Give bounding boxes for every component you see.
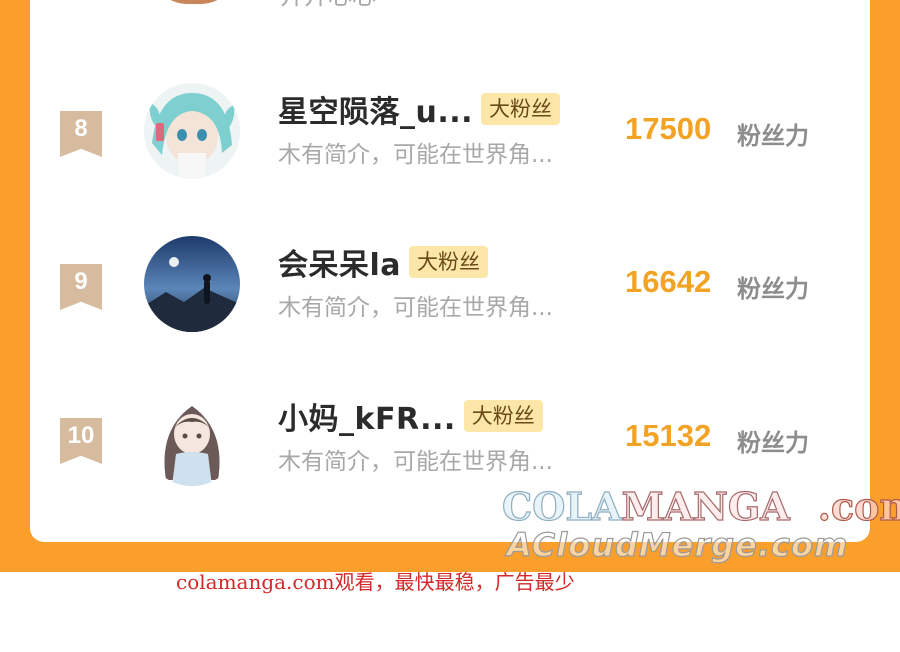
- name-line: 星空陨落_u... 大粉丝: [278, 87, 561, 131]
- previous-row-description: 开开心心: [280, 0, 376, 10]
- fan-badge: 大粉丝: [463, 400, 543, 432]
- avatar[interactable]: [144, 83, 240, 179]
- ranking-row-9[interactable]: 9 会呆呆la 大粉丝 木有简介，可能在世界角... 16642 粉丝力: [30, 236, 870, 346]
- fan-power-score: 17500: [625, 111, 712, 146]
- user-description: 木有简介，可能在世界角...: [278, 295, 553, 321]
- user-name[interactable]: 小妈_kFR...: [278, 394, 456, 438]
- rank-ribbon-icon: 8: [60, 111, 102, 157]
- fan-power-unit: 粉丝力: [737, 429, 809, 457]
- rank-number: 8: [74, 115, 88, 142]
- fan-badge: 大粉丝: [409, 246, 489, 278]
- previous-row-partial: 开开心心: [30, 0, 870, 10]
- user-description: 木有简介，可能在世界角...: [278, 142, 553, 168]
- avatar[interactable]: [144, 390, 240, 486]
- name-line: 小妈_kFR... 大粉丝: [278, 394, 543, 438]
- fan-power-score: 16642: [625, 264, 712, 299]
- user-name[interactable]: 星空陨落_u...: [278, 87, 473, 131]
- name-line: 会呆呆la 大粉丝: [278, 240, 489, 284]
- fan-power-score: 15132: [625, 418, 712, 453]
- watermark-acloudmerge: ACloudMerge.com: [506, 525, 849, 564]
- watermark-colamanga: COLAMANGA .com: [501, 483, 900, 529]
- fan-badge: 大粉丝: [481, 93, 561, 125]
- footer-note: colamanga.com观看，最快最稳，广告最少: [176, 570, 575, 594]
- rank-ribbon-icon: 10: [60, 418, 102, 464]
- user-name[interactable]: 会呆呆la: [278, 240, 401, 284]
- avatar[interactable]: [144, 236, 240, 332]
- rank-number: 10: [67, 422, 95, 449]
- fan-power-unit: 粉丝力: [737, 122, 809, 150]
- fan-ranking-card: 开开心心 8 星空陨落_u... 大粉丝 木有简介，可能在世界角... 175: [30, 0, 870, 542]
- previous-avatar: [148, 0, 240, 4]
- fan-power-unit: 粉丝力: [737, 275, 809, 303]
- rank-ribbon-icon: 9: [60, 264, 102, 310]
- user-description: 木有简介，可能在世界角...: [278, 449, 553, 475]
- ranking-row-8[interactable]: 8 星空陨落_u... 大粉丝 木有简介，可能在世界角... 17500 粉丝力: [30, 83, 870, 193]
- rank-number: 9: [74, 268, 88, 295]
